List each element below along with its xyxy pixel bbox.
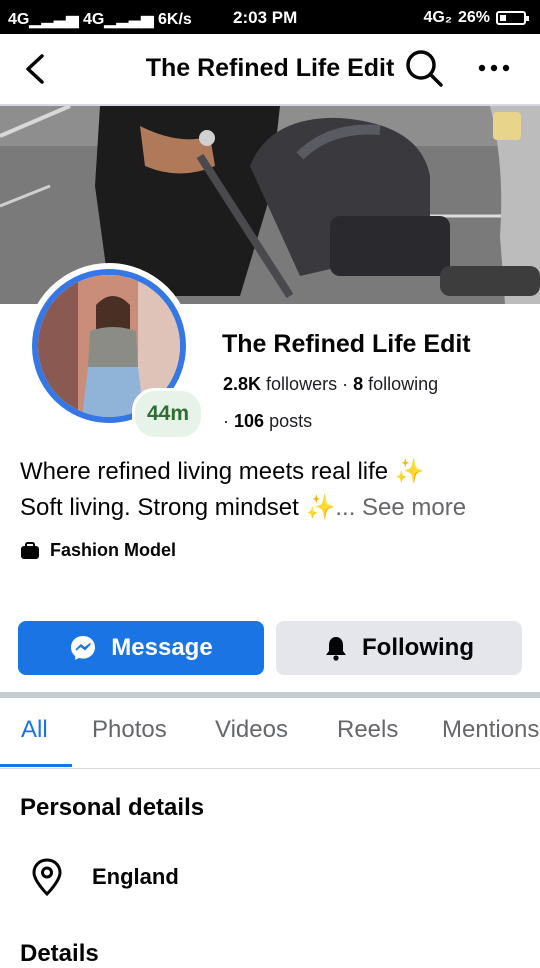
battery-percent: 26% [457,9,490,26]
followers-label[interactable]: followers [266,374,337,394]
bio-line-1: Where refined living meets real life ✨ [20,458,425,485]
profile-stats-posts: · 106 posts [223,411,312,432]
network-type: 4G₂ [423,9,452,26]
message-button[interactable]: Message [18,621,264,675]
profile-tabs: All Photos Videos Reels Mentions [0,698,540,769]
briefcase-icon [21,541,39,559]
tab-videos[interactable]: Videos [215,716,288,744]
signal-indicator: 4G▁▂▃▅ 4G▁▂▃▅ 6K/s [8,11,192,28]
category-label: Fashion Model [50,540,176,560]
tab-photos[interactable]: Photos [92,716,167,744]
profile-bio: Where refined living meets real life ✨ S… [20,454,520,526]
stats-separator: · [342,374,349,394]
network-speed: 6K/s [158,11,192,28]
see-more-link[interactable]: ... See more [335,494,466,521]
followers-count[interactable]: 2.8K [223,374,261,394]
following-button-label: Following [362,634,474,661]
stats-separator: · [223,411,229,431]
profile-stats-followers: 2.8K followers · 8 following [223,374,438,395]
tab-all[interactable]: All [21,716,48,744]
search-icon[interactable] [404,48,444,88]
status-right: 4G₂ 26% [423,9,529,27]
battery-icon [496,11,529,25]
top-bar: The Refined Life Edit [0,34,540,106]
status-bar: 4G▁▂▃▅ 4G▁▂▃▅ 6K/s 2:03 PM 4G₂ 26% [0,0,540,34]
more-icon[interactable] [474,58,514,78]
profile-name: The Refined Life Edit [222,330,471,358]
bio-line-2: Soft living. Strong mindset ✨... See mor… [20,494,467,521]
message-button-label: Message [111,634,213,661]
profile-category: Fashion Model [20,540,176,561]
messenger-icon [71,636,96,660]
tab-mentions[interactable]: Mentions [442,716,539,744]
location-pin-icon [32,858,62,897]
active-tab-indicator [0,764,72,767]
page-title: The Refined Life Edit [145,54,395,82]
following-count[interactable]: 8 [353,374,363,394]
posts-count: 106 [234,411,265,431]
location-text: England [92,864,179,889]
posts-label: posts [269,411,313,431]
status-time: 2:03 PM [233,8,298,27]
following-label[interactable]: following [368,374,438,394]
story-time-badge: 44m [132,388,204,440]
personal-details-heading: Personal details [20,794,205,821]
bell-icon [326,637,346,661]
tab-reels[interactable]: Reels [337,716,398,744]
details-heading: Details [20,940,99,967]
following-button[interactable]: Following [276,621,522,675]
